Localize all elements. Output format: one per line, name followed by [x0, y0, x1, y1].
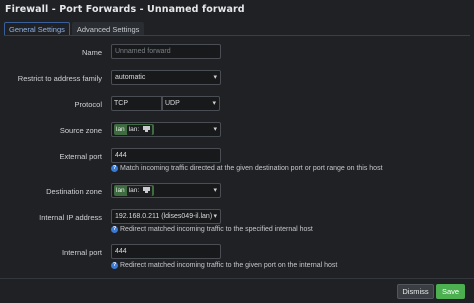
source-zone-label: Source zone [59, 126, 102, 135]
protocol-label: Protocol [74, 100, 102, 109]
network-interface-icon [142, 125, 150, 132]
external-port-input[interactable]: 444 [111, 148, 221, 163]
name-placeholder: Unnamed forward [115, 48, 171, 55]
help-icon: ? [111, 165, 118, 172]
zone-badge: lan lan: [114, 124, 154, 135]
internal-port-input[interactable]: 444 [111, 244, 221, 259]
zone-name: lan [116, 187, 125, 194]
tab-bar: General Settings Advanced Settings [4, 22, 146, 36]
zone-interfaces: lan: [126, 185, 152, 196]
internal-port-help: ? Redirect matched incoming traffic to t… [111, 262, 337, 269]
internal-port-label: Internal port [61, 248, 102, 257]
help-icon: ? [111, 226, 118, 233]
name-label: Name [81, 48, 102, 57]
family-select[interactable]: automatic ▾ [111, 70, 221, 85]
protocol-option-udp[interactable]: UDP ▾ [162, 96, 220, 111]
network-interface-icon [142, 186, 150, 193]
external-port-help: ? Match incoming traffic directed at the… [111, 165, 383, 172]
tab-divider [4, 35, 470, 36]
page-title: Firewall - Port Forwards - Unnamed forwa… [5, 4, 245, 15]
protocol-multiselect[interactable]: TCP UDP ▾ [111, 96, 220, 111]
chevron-down-icon: ▾ [213, 126, 217, 133]
chevron-down-icon: ▾ [212, 210, 217, 223]
zone-interfaces: lan: [126, 124, 152, 135]
chevron-down-icon: ▾ [213, 187, 217, 194]
destination-zone-label: Destination zone [46, 187, 102, 196]
save-button[interactable]: Save [436, 284, 465, 299]
family-label: Restrict to address family [17, 74, 102, 83]
interface-label: lan: [128, 186, 140, 194]
dismiss-button[interactable]: Dismiss [397, 284, 434, 299]
internal-ip-label: Internal IP address [39, 213, 102, 222]
help-icon: ? [111, 262, 118, 269]
internal-ip-help: ? Redirect matched incoming traffic to t… [111, 226, 313, 233]
internal-ip-select[interactable]: 192.168.0.211 (ldises049-il.lan) ▾ [111, 209, 221, 224]
protocol-option-udp-label: UDP [165, 100, 180, 107]
internal-ip-value: 192.168.0.211 (ldises049-il.lan) [115, 213, 213, 220]
zone-badge: lan lan: [114, 185, 154, 196]
internal-port-help-text: Redirect matched incoming traffic to the… [120, 262, 338, 269]
interface-label: lan: [128, 125, 140, 133]
chevron-down-icon: ▾ [213, 74, 217, 81]
protocol-option-tcp[interactable]: TCP [111, 96, 162, 111]
tab-advanced-settings[interactable]: Advanced Settings [71, 22, 145, 36]
name-input[interactable]: Unnamed forward [111, 44, 221, 59]
chevron-down-icon: ▾ [212, 100, 216, 107]
zone-name: lan [116, 126, 125, 133]
source-zone-select[interactable]: lan lan: ▾ [111, 122, 221, 137]
tab-general-settings[interactable]: General Settings [4, 22, 70, 36]
external-port-label: External port [59, 152, 102, 161]
external-port-help-text: Match incoming traffic directed at the g… [120, 165, 383, 172]
internal-ip-help-text: Redirect matched incoming traffic to the… [120, 226, 313, 233]
family-value: automatic [115, 74, 146, 81]
destination-zone-select[interactable]: lan lan: ▾ [111, 183, 221, 198]
